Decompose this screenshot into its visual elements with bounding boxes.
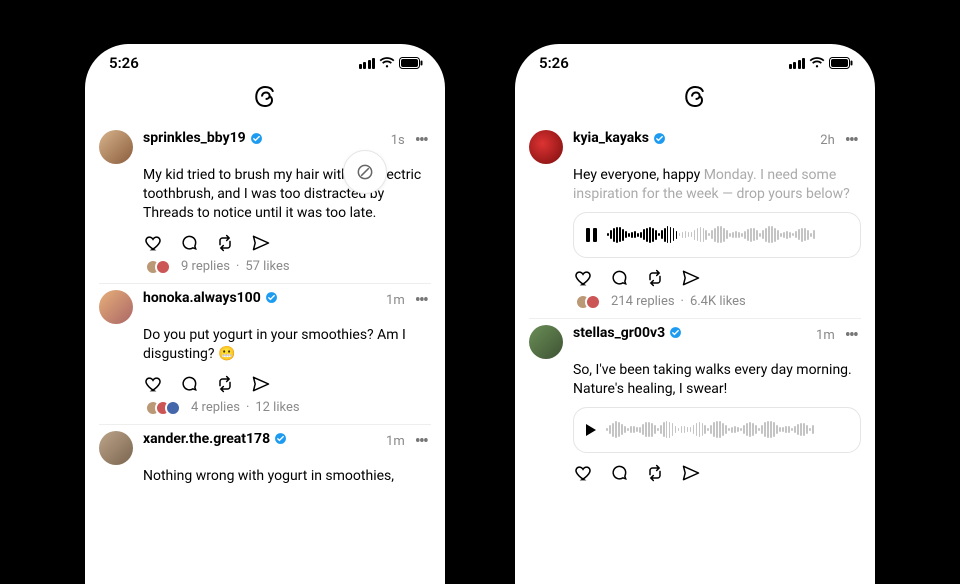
repost-icon[interactable] bbox=[215, 374, 235, 394]
share-icon[interactable] bbox=[681, 268, 701, 288]
share-icon[interactable] bbox=[681, 463, 701, 483]
feed-post[interactable]: stellas_gr00v3 1m ••• So, I've been taki… bbox=[529, 319, 861, 497]
share-icon[interactable] bbox=[251, 374, 271, 394]
avatar[interactable] bbox=[99, 130, 133, 164]
post-menu-button[interactable]: ••• bbox=[411, 431, 431, 452]
reply-icon[interactable] bbox=[609, 268, 629, 288]
post-time: 1m bbox=[386, 434, 405, 449]
status-indicators bbox=[789, 57, 854, 69]
battery-icon bbox=[829, 57, 853, 69]
avatar[interactable] bbox=[99, 290, 133, 324]
post-menu-button[interactable]: ••• bbox=[411, 130, 431, 151]
repost-icon[interactable] bbox=[645, 268, 665, 288]
post-body: Hey everyone, happy Monday. I need some … bbox=[573, 166, 861, 204]
post-actions bbox=[573, 463, 861, 483]
voice-note[interactable] bbox=[573, 407, 861, 453]
compose-button[interactable] bbox=[343, 150, 387, 194]
post-actions bbox=[573, 268, 861, 288]
post-time: 1s bbox=[391, 133, 405, 148]
post-username[interactable]: kyia_kayaks bbox=[573, 130, 649, 146]
status-time: 5:26 bbox=[539, 54, 569, 72]
threads-logo[interactable] bbox=[515, 82, 875, 112]
avatar[interactable] bbox=[529, 325, 563, 359]
like-icon[interactable] bbox=[143, 233, 163, 253]
pause-icon[interactable] bbox=[586, 228, 597, 242]
reply-count: 4 replies bbox=[191, 400, 240, 415]
post-time: 1m bbox=[386, 293, 405, 308]
like-icon[interactable] bbox=[573, 268, 593, 288]
post-body: So, I've been taking walks every day mor… bbox=[573, 361, 861, 399]
post-time: 1m bbox=[816, 328, 835, 343]
repost-icon[interactable] bbox=[645, 463, 665, 483]
post-username[interactable]: xander.the.great178 bbox=[143, 431, 270, 447]
post-engagement[interactable]: 4 replies · 12 likes bbox=[139, 400, 431, 416]
threads-logo[interactable] bbox=[85, 82, 445, 112]
status-indicators bbox=[359, 57, 424, 69]
feed: kyia_kayaks 2h ••• Hey everyone, happy M… bbox=[515, 124, 875, 497]
repost-icon[interactable] bbox=[215, 233, 235, 253]
post-time: 2h bbox=[820, 133, 834, 148]
status-time: 5:26 bbox=[109, 54, 139, 72]
feed-post[interactable]: xander.the.great178 1m ••• Nothing wrong… bbox=[99, 425, 431, 494]
post-engagement[interactable]: 214 replies · 6.4K likes bbox=[569, 294, 861, 310]
voice-note[interactable] bbox=[573, 212, 861, 258]
post-actions bbox=[143, 233, 431, 253]
wifi-icon bbox=[379, 57, 395, 69]
waveform[interactable] bbox=[606, 418, 848, 442]
status-bar: 5:26 bbox=[85, 44, 445, 76]
like-count: 57 likes bbox=[245, 259, 289, 274]
like-count: 12 likes bbox=[255, 400, 299, 415]
post-menu-button[interactable]: ••• bbox=[841, 325, 861, 346]
verified-badge-icon bbox=[653, 132, 666, 145]
verified-badge-icon bbox=[669, 326, 682, 339]
verified-badge-icon bbox=[274, 432, 287, 445]
post-menu-button[interactable]: ••• bbox=[841, 130, 861, 151]
post-body: Do you put yogurt in your smoothies? Am … bbox=[143, 326, 431, 364]
cellular-icon bbox=[789, 58, 806, 69]
post-menu-button[interactable]: ••• bbox=[411, 290, 431, 311]
reply-icon[interactable] bbox=[609, 463, 629, 483]
reply-count: 214 replies bbox=[611, 294, 675, 309]
reply-avatars bbox=[575, 294, 601, 310]
verified-badge-icon bbox=[250, 132, 263, 145]
post-body: Nothing wrong with yogurt in smoothies, bbox=[143, 467, 431, 486]
reply-avatars bbox=[145, 400, 181, 416]
feed-post[interactable]: sprinkles_bby19 1s ••• My kid tried to b… bbox=[99, 124, 431, 284]
reply-avatars bbox=[145, 259, 171, 275]
share-icon[interactable] bbox=[251, 233, 271, 253]
reply-count: 9 replies bbox=[181, 259, 230, 274]
avatar[interactable] bbox=[529, 130, 563, 164]
feed: sprinkles_bby19 1s ••• My kid tried to b… bbox=[85, 124, 445, 494]
avatar[interactable] bbox=[99, 431, 133, 465]
wifi-icon bbox=[809, 57, 825, 69]
feed-post[interactable]: honoka.always100 1m ••• Do you put yogur… bbox=[99, 284, 431, 425]
post-engagement[interactable]: 9 replies · 57 likes bbox=[139, 259, 431, 275]
phone-left: 5:26 sprinkles_bby19 bbox=[85, 44, 445, 584]
post-username[interactable]: honoka.always100 bbox=[143, 290, 261, 306]
status-bar: 5:26 bbox=[515, 44, 875, 76]
post-username[interactable]: sprinkles_bby19 bbox=[143, 130, 246, 146]
like-icon[interactable] bbox=[573, 463, 593, 483]
post-body: My kid tried to brush my hair with the e… bbox=[143, 166, 431, 223]
reply-icon[interactable] bbox=[179, 233, 199, 253]
post-actions bbox=[143, 374, 431, 394]
cellular-icon bbox=[359, 58, 376, 69]
like-count: 6.4K likes bbox=[690, 294, 746, 309]
waveform[interactable] bbox=[607, 223, 848, 247]
play-icon[interactable] bbox=[586, 424, 596, 436]
battery-icon bbox=[399, 57, 423, 69]
phone-right: 5:26 kyia_kayaks bbox=[515, 44, 875, 584]
verified-badge-icon bbox=[265, 291, 278, 304]
post-username[interactable]: stellas_gr00v3 bbox=[573, 325, 665, 341]
like-icon[interactable] bbox=[143, 374, 163, 394]
grimace-emoji-icon: 😬 bbox=[218, 346, 235, 362]
feed-post[interactable]: kyia_kayaks 2h ••• Hey everyone, happy M… bbox=[529, 124, 861, 319]
reply-icon[interactable] bbox=[179, 374, 199, 394]
